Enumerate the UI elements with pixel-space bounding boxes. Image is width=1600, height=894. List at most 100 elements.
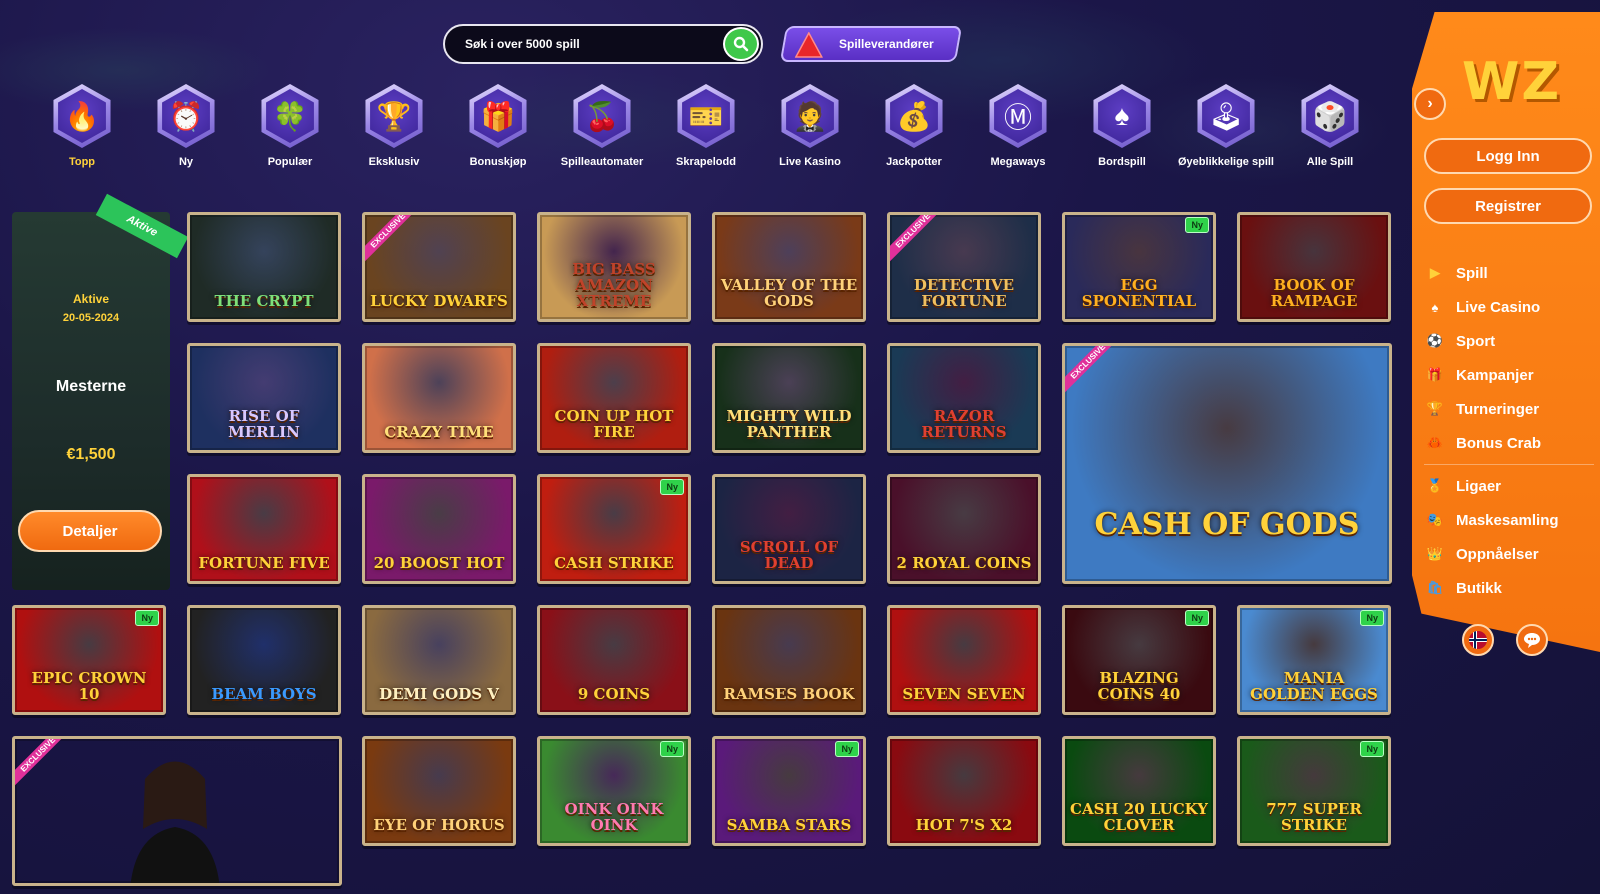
game-tile[interactable]: BEAM BOYS: [187, 605, 341, 715]
game-tile[interactable]: MIGHTY WILD PANTHER: [712, 343, 866, 453]
game-tile[interactable]: CRAZY TIME: [362, 343, 516, 453]
play-icon: ▶: [1430, 265, 1440, 280]
search-button[interactable]: [723, 27, 759, 61]
game-title: EPIC CROWN 10: [31, 669, 147, 703]
sidebar-item-label: Spill: [1456, 264, 1488, 282]
providers-button-label: Spilleverandører: [838, 37, 934, 51]
sidebar-item-label: Ligaer: [1456, 477, 1502, 495]
game-tile[interactable]: Ny SAMBA STARS: [712, 736, 866, 846]
category-gift[interactable]: 🎁 Bonuskjøp: [446, 84, 550, 168]
game-tile[interactable]: RAZOR RETURNS: [887, 343, 1041, 453]
sidebar-item-turneringer[interactable]: 🏆 Turneringer: [1424, 392, 1594, 426]
category-scratch-card[interactable]: 🎫 Skrapelodd: [654, 84, 758, 168]
game-tile[interactable]: EYE OF HORUS: [362, 736, 516, 846]
game-tile[interactable]: RAMSES BOOK: [712, 605, 866, 715]
sidebar-item-label: Kampanjer: [1456, 366, 1534, 384]
game-tile[interactable]: EXCLUSIVE LUCKY DWARFS: [362, 212, 516, 322]
active-flag: Aktive: [95, 193, 189, 259]
login-button[interactable]: Logg Inn: [1424, 138, 1592, 174]
new-badge: Ny: [835, 741, 859, 757]
category-label: Live Kasino: [779, 156, 841, 168]
sidebar-item-ligaer[interactable]: 🏅 Ligaer: [1424, 469, 1594, 503]
game-tile[interactable]: Ny EPIC CROWN 10: [12, 605, 166, 715]
game-tile[interactable]: RISE OF MERLIN: [187, 343, 341, 453]
language-button[interactable]: [1462, 624, 1494, 656]
game-tile[interactable]: Ny CASH STRIKE: [537, 474, 691, 584]
search-bar: [443, 24, 763, 64]
sidebar-item-kampanjer[interactable]: 🎁 Kampanjer: [1424, 358, 1594, 392]
game-tile[interactable]: DEMI GODS V: [362, 605, 516, 715]
sidebar-item-bonus-crab[interactable]: 🦀 Bonus Crab: [1424, 426, 1594, 460]
game-tile[interactable]: FORTUNE FIVE: [187, 474, 341, 584]
category-label: Bonuskjøp: [469, 156, 527, 168]
game-tile[interactable]: THE CRYPT: [187, 212, 341, 322]
category-money-bag[interactable]: 💰 Jackpotter: [862, 84, 966, 168]
wz-box-icon: 🎲: [1306, 89, 1354, 143]
category-badge: 💰: [885, 84, 943, 148]
sidebar-item-label: Butikk: [1456, 579, 1502, 597]
game-tile[interactable]: BIG BASS AMAZON XTREME: [537, 212, 691, 322]
sidebar-item-butikk[interactable]: 🛍 Butikk: [1424, 571, 1594, 605]
category-label: Topp: [68, 156, 96, 168]
game-tile[interactable]: SCROLL OF DEAD: [712, 474, 866, 584]
category-dealer[interactable]: 🤵 Live Kasino: [758, 84, 862, 168]
search-input[interactable]: [465, 37, 705, 51]
sidebar-toggle-button[interactable]: ›: [1414, 88, 1446, 120]
exclusive-ribbon: EXCLUSIVE: [365, 215, 424, 267]
game-tile[interactable]: Ny BLAZING COINS 40: [1062, 605, 1216, 715]
game-tile[interactable]: EXCLUSIVE DETECTIVE FORTUNE: [887, 212, 1041, 322]
game-title: HOT 7'S X2: [915, 816, 1013, 834]
sidebar-item-oppnåelser[interactable]: 👑 Oppnåelser: [1424, 537, 1594, 571]
game-tile[interactable]: SEVEN SEVEN: [887, 605, 1041, 715]
category-joystick[interactable]: 🕹 Øyeblikkelige spill: [1174, 84, 1278, 168]
game-tile[interactable]: EXCLUSIVE CASH OF GODS: [1062, 343, 1392, 584]
game-title: CRAZY TIME: [384, 423, 494, 441]
dealer-icon: 🤵: [786, 89, 834, 143]
details-button[interactable]: Detaljer: [18, 510, 162, 552]
category-alarm-clock[interactable]: ⏰ Ny: [134, 84, 238, 168]
gift-icon: 🎁: [1426, 367, 1444, 382]
game-title: BIG BASS AMAZON XTREME: [572, 260, 656, 310]
game-tile[interactable]: BOOK OF RAMPAGE: [1237, 212, 1391, 322]
wz-logo: WZ: [1462, 52, 1562, 112]
clover-icon: 🍀: [266, 89, 314, 143]
live-dealer-tile[interactable]: EXCLUSIVE: [12, 736, 342, 886]
category-m-letter[interactable]: Ⓜ Megaways: [966, 84, 1070, 168]
game-tile[interactable]: COIN UP HOT FIRE: [537, 343, 691, 453]
category-clover[interactable]: 🍀 Populær: [238, 84, 342, 168]
game-title: RAZOR RETURNS: [921, 407, 1007, 441]
new-badge: Ny: [1185, 217, 1209, 233]
sidebar-item-spill[interactable]: ▶ Spill: [1424, 256, 1594, 290]
game-tile[interactable]: CASH 20 LUCKY CLOVER: [1062, 736, 1216, 846]
game-tile[interactable]: 9 COINS: [537, 605, 691, 715]
crown-icon: 👑: [1426, 546, 1444, 561]
game-tile[interactable]: Ny 777 SUPER STRIKE: [1237, 736, 1391, 846]
game-tile[interactable]: Ny MANIA GOLDEN EGGS: [1237, 605, 1391, 715]
category-flame[interactable]: 🔥 Topp: [30, 84, 134, 168]
game-title: BEAM BOYS: [211, 685, 317, 703]
game-tile[interactable]: 2 ROYAL COINS: [887, 474, 1041, 584]
sidebar-item-maskesamling[interactable]: 🎭 Maskesamling: [1424, 503, 1594, 537]
game-tile[interactable]: Ny OINK OINK OINK: [537, 736, 691, 846]
register-button[interactable]: Registrer: [1424, 188, 1592, 224]
joystick-icon: 🕹: [1202, 89, 1250, 143]
tournament-card: Aktive Aktive 20-05-2024 Mesterne €1,500…: [12, 193, 189, 590]
sidebar-item-sport[interactable]: ⚽ Sport: [1424, 324, 1594, 358]
category-spade-card[interactable]: ♠ Bordspill: [1070, 84, 1174, 168]
category-trophy[interactable]: 🏆 Eksklusiv: [342, 84, 446, 168]
game-title: 20 BOOST HOT: [373, 554, 505, 572]
sidebar-item-live-casino[interactable]: ♠ Live Casino: [1424, 290, 1594, 324]
category-wz-box[interactable]: 🎲 Alle Spill: [1278, 84, 1382, 168]
chat-button[interactable]: [1516, 624, 1548, 656]
sidebar-item-label: Turneringer: [1456, 400, 1540, 418]
league-icon: 🏅: [1426, 478, 1444, 493]
game-tile[interactable]: 20 BOOST HOT: [362, 474, 516, 584]
game-tile[interactable]: HOT 7'S X2: [887, 736, 1041, 846]
new-badge: Ny: [1360, 610, 1384, 626]
game-tile[interactable]: VALLEY OF THE GODS: [712, 212, 866, 322]
game-title: MANIA GOLDEN EGGS: [1250, 669, 1378, 703]
category-cherries[interactable]: 🍒 Spilleautomater: [550, 84, 654, 168]
providers-button[interactable]: Spilleverandører: [779, 26, 963, 62]
game-tile[interactable]: Ny EGG SPONENTIAL: [1062, 212, 1216, 322]
game-title: EYE OF HORUS: [373, 816, 505, 834]
